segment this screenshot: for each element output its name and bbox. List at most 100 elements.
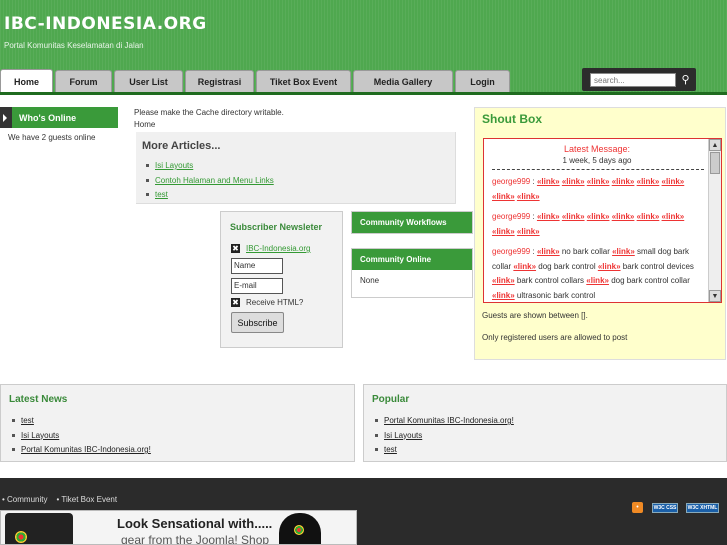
shout-link[interactable]: «link» xyxy=(562,212,585,221)
tab-login[interactable]: Login xyxy=(455,70,510,93)
community-online-module: Community Online None xyxy=(351,248,473,298)
shout-link[interactable]: «link» xyxy=(612,177,635,186)
shoutbox-module: Shout Box Latest Message: 1 week, 5 days… xyxy=(474,107,726,360)
receive-html-checkbox[interactable]: ✖ xyxy=(231,298,240,307)
whos-online-title: Who's Online xyxy=(0,107,118,128)
banner-subline: gear from the Joomla! Shop xyxy=(121,533,270,545)
shout-link[interactable]: «link» xyxy=(598,262,621,271)
main-nav: Home Forum User List Registrasi Tiket Bo… xyxy=(0,69,512,93)
cache-message: Please make the Cache directory writable… xyxy=(134,108,284,117)
subscriber-newsletter-module: Subscriber Newsleter ✖ IBC-Indonesia.org… xyxy=(220,211,343,348)
subscribe-button[interactable]: Subscribe xyxy=(231,312,284,333)
list-item[interactable]: test xyxy=(9,414,151,429)
shoutbox-note-registered: Only registered users are allowed to pos… xyxy=(482,333,628,342)
shout-link[interactable]: «link» xyxy=(587,212,610,221)
hat-image xyxy=(279,513,321,544)
name-field[interactable]: Name xyxy=(231,258,283,274)
list-item[interactable]: Portal Komunitas IBC-Indonesia.org! xyxy=(9,443,151,458)
more-articles-list: Isi Layouts Contoh Halaman and Menu Link… xyxy=(143,159,274,203)
more-articles-module: More Articles... Isi Layouts Contoh Hala… xyxy=(136,132,456,204)
shout-link[interactable]: «link» xyxy=(492,291,515,300)
more-articles-title: More Articles... xyxy=(142,140,221,152)
tab-forum[interactable]: Forum xyxy=(55,70,112,93)
shoutbox-title: Shout Box xyxy=(482,112,542,126)
shout-user: george999 xyxy=(492,212,531,221)
latest-message-time: 1 week, 5 days ago xyxy=(562,156,632,165)
list-item[interactable]: Isi Layouts xyxy=(372,429,514,444)
shoutbox-note-guests: Guests are shown between []. xyxy=(482,311,588,320)
header-divider xyxy=(0,92,727,95)
search-icon[interactable]: ⚲ xyxy=(678,72,693,87)
shout-link[interactable]: «link» xyxy=(517,192,540,201)
scroll-down-icon[interactable]: ▼ xyxy=(709,290,721,302)
bag-image xyxy=(5,513,73,544)
shout-link[interactable]: «link» xyxy=(586,276,609,285)
shout-link[interactable]: «link» xyxy=(492,192,515,201)
search-input[interactable] xyxy=(590,73,676,87)
tab-home[interactable]: Home xyxy=(0,69,53,93)
rss-icon[interactable]: • xyxy=(632,502,643,513)
tab-user-list[interactable]: User List xyxy=(114,70,183,93)
list-item[interactable]: test xyxy=(372,443,514,458)
community-online-text: None xyxy=(360,276,380,285)
list-item[interactable]: Isi Layouts xyxy=(9,429,151,444)
community-workflows-module: Community Workflows xyxy=(351,211,473,234)
tab-tiket-box-event[interactable]: Tiket Box Event xyxy=(256,70,351,93)
tab-media-gallery[interactable]: Media Gallery xyxy=(353,70,453,93)
valid-xhtml-badge[interactable]: W3C XHTML xyxy=(686,503,719,513)
footer-link-community[interactable]: Community xyxy=(2,495,47,504)
community-online-title: Community Online xyxy=(352,249,472,270)
latest-news-module: Latest News test Isi Layouts Portal Komu… xyxy=(0,384,355,462)
footer-link-tiket-box-event[interactable]: Tiket Box Event xyxy=(56,495,117,504)
community-workflows-title: Community Workflows xyxy=(352,212,472,233)
tab-registrasi[interactable]: Registrasi xyxy=(185,70,254,93)
divider xyxy=(492,169,704,170)
popular-title: Popular xyxy=(372,394,410,405)
breadcrumb: Home xyxy=(134,120,156,129)
list-item[interactable]: Isi Layouts xyxy=(143,159,274,174)
shout-message: george999 : «link» no bark collar «link»… xyxy=(492,247,694,300)
shout-link[interactable]: «link» xyxy=(612,247,635,256)
latest-news-list: test Isi Layouts Portal Komunitas IBC-In… xyxy=(9,414,151,458)
newsletter-list-link[interactable]: IBC-Indonesia.org xyxy=(246,244,310,253)
shout-link[interactable]: «link» xyxy=(513,262,536,271)
banner-headline: Look Sensational with..... xyxy=(117,516,273,531)
popular-list: Portal Komunitas IBC-Indonesia.org! Isi … xyxy=(372,414,514,458)
shout-link[interactable]: «link» xyxy=(517,227,540,236)
shout-link[interactable]: «link» xyxy=(662,177,685,186)
shoutbox-scrollbar[interactable]: ▲ ▼ xyxy=(708,139,721,302)
shout-link[interactable]: «link» xyxy=(637,177,660,186)
joomla-shop-banner[interactable]: Look Sensational with..... gear from the… xyxy=(0,510,357,545)
footer-links: Community Tiket Box Event xyxy=(2,495,117,504)
site-header: IBC-INDONESIA.ORG Portal Komunitas Kesel… xyxy=(0,0,727,95)
shout-user: george999 xyxy=(492,177,531,186)
shout-message: george999 : «link» «link» «link» «link» … xyxy=(492,212,685,236)
list-item[interactable]: test xyxy=(143,188,274,203)
list-item[interactable]: Contoh Halaman and Menu Links xyxy=(143,174,274,189)
shout-link[interactable]: «link» xyxy=(612,212,635,221)
shout-link[interactable]: «link» xyxy=(492,227,515,236)
scroll-thumb[interactable] xyxy=(710,152,720,174)
shout-link[interactable]: «link» xyxy=(537,247,560,256)
valid-css-badge[interactable]: W3C CSS xyxy=(652,503,678,513)
latest-message-label: Latest Message: xyxy=(563,144,631,154)
latest-news-title: Latest News xyxy=(9,394,68,405)
site-title[interactable]: IBC-INDONESIA.ORG xyxy=(4,14,207,34)
shout-link[interactable]: «link» xyxy=(587,177,610,186)
shout-link[interactable]: «link» xyxy=(537,177,560,186)
shout-link[interactable]: «link» xyxy=(492,276,515,285)
email-field[interactable]: E-mail xyxy=(231,278,283,294)
list-checkbox[interactable]: ✖ xyxy=(231,244,240,253)
shout-link[interactable]: «link» xyxy=(537,212,560,221)
search-box: ⚲ xyxy=(582,68,696,91)
subscriber-title: Subscriber Newsleter xyxy=(230,222,323,232)
shout-link[interactable]: «link» xyxy=(662,212,685,221)
shout-link[interactable]: «link» xyxy=(637,212,660,221)
site-slogan: Portal Komunitas Keselamatan di Jalan xyxy=(4,41,144,50)
shoutbox-messages[interactable]: Latest Message: 1 week, 5 days ago georg… xyxy=(483,138,722,303)
scroll-up-icon[interactable]: ▲ xyxy=(709,139,721,151)
shout-message: george999 : «link» «link» «link» «link» … xyxy=(492,177,685,201)
shout-user: george999 xyxy=(492,247,531,256)
list-item[interactable]: Portal Komunitas IBC-Indonesia.org! xyxy=(372,414,514,429)
shout-link[interactable]: «link» xyxy=(562,177,585,186)
